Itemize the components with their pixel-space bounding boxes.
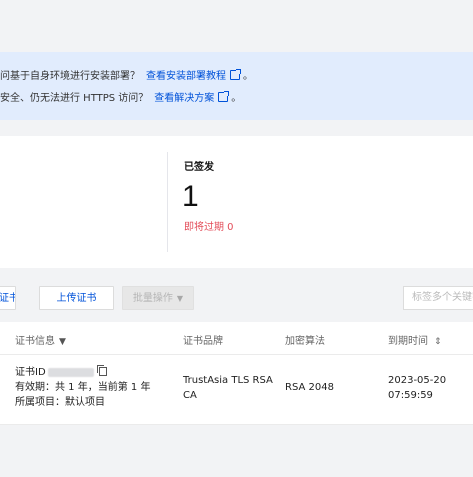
batch-operation-label: 批量操作 <box>132 293 173 304</box>
col-expiry: 到期时间 ⇕ <box>388 332 442 347</box>
cert-validity: 有效期：共 1 年，当前第 1 年 <box>15 382 151 393</box>
cert-id-cell: 证书ID <box>15 365 107 379</box>
col-algorithm: 加密算法 <box>285 336 325 347</box>
stats-divider <box>167 152 168 252</box>
notice-line-https: 安全、仍无法进行 HTTPS 访问？ 查看解决方案 。 <box>0 89 241 104</box>
solution-link[interactable]: 查看解决方案 <box>154 93 214 104</box>
cert-algorithm: RSA 2048 <box>285 382 334 393</box>
sort-icon[interactable]: ⇕ <box>434 337 442 347</box>
install-guide-link[interactable]: 查看安装部署教程 <box>146 71 226 82</box>
notice-banner: 问基于自身环境进行安装部署？ 查看安装部署教程。 安全、仍无法进行 HTTPS 访… <box>0 52 473 120</box>
cert-id-label: 证书ID <box>15 367 46 378</box>
batch-operation-button[interactable]: 批量操作 ▼ <box>122 286 194 310</box>
cert-id-value-masked[interactable] <box>47 367 94 377</box>
col-cert-info-label: 证书信息 <box>15 336 55 347</box>
col-expiry-label: 到期时间 <box>388 336 428 347</box>
toolbar: 证书 上传证书 批量操作▼ 标签多个关键字 <box>0 280 473 316</box>
filter-icon[interactable]: ▼ <box>59 337 66 347</box>
cert-brand-line1: TrustAsia TLS RSA <box>183 375 273 386</box>
col-cert-info: 证书信息 ▼ <box>15 332 66 347</box>
expiring-count[interactable]: 即将过期 0 <box>184 218 234 233</box>
apply-cert-button[interactable]: 证书 <box>0 286 16 310</box>
copy-icon[interactable] <box>96 365 107 376</box>
cert-expiry-time: 07:59:59 <box>388 390 433 401</box>
cert-expiry-date: 2023-05-20 <box>388 375 447 386</box>
notice-install-text: 问基于自身环境进行安装部署？ <box>0 71 140 82</box>
chevron-down-icon: ▼ <box>176 294 184 303</box>
table-row: 证书ID 有效期：共 1 年，当前第 1 年 所属项目：默认项目 TrustAs… <box>0 355 473 425</box>
search-input[interactable]: 标签多个关键字 <box>403 286 473 310</box>
col-brand: 证书品牌 <box>183 336 223 347</box>
notice-line-install: 问基于自身环境进行安装部署？ 查看安装部署教程 。 <box>0 67 253 82</box>
search-placeholder: 标签多个关键字 <box>412 292 473 303</box>
notice-https-tail: 。 <box>231 93 242 104</box>
notice-install-tail: 。 <box>243 71 253 82</box>
external-link-icon[interactable] <box>218 91 230 102</box>
upload-cert-button[interactable]: 上传证书 <box>39 286 114 310</box>
notice-https-text: 安全、仍无法进行 HTTPS 访问？ <box>0 93 149 104</box>
signed-count[interactable]: 1 <box>182 180 199 214</box>
signed-label: 已签发 <box>184 162 214 173</box>
cert-project: 所属项目：默认项目 <box>15 397 105 408</box>
stats-panel: 已签发 1 即将过期 0 <box>0 136 473 268</box>
table-header: 证书信息 ▼ 证书品牌 加密算法 到期时间 ⇕ <box>0 322 473 355</box>
external-link-icon[interactable] <box>230 69 241 80</box>
cert-table: 证书信息 ▼ 证书品牌 加密算法 到期时间 ⇕ 证书ID 有效期：共 1 年，当前第… <box>0 322 473 425</box>
cert-brand-line2: CA <box>183 390 197 401</box>
